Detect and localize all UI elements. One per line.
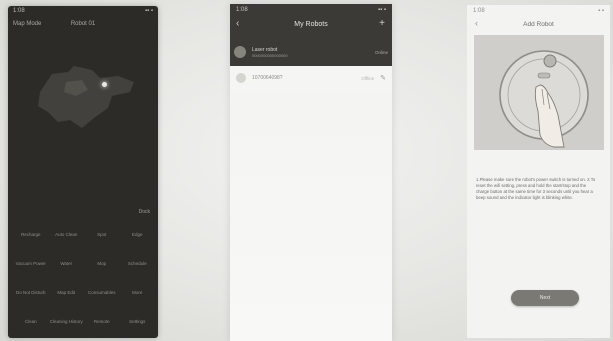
status-bar: 1:08 ▪ ▪ <box>473 8 604 16</box>
control-button[interactable]: Settings <box>121 319 155 324</box>
next-button[interactable]: Next <box>511 290 579 306</box>
control-button[interactable]: Spot <box>85 232 119 237</box>
robot-avatar <box>234 46 246 58</box>
control-button[interactable]: Mop <box>85 261 119 266</box>
robot-info: Laser robot 0000000000000000 <box>252 47 288 58</box>
control-button[interactable]: Schedule <box>121 261 155 266</box>
status-badge: Online <box>374 49 388 55</box>
cleaning-map[interactable] <box>30 62 140 132</box>
robot-list-item[interactable]: Laser robot 0000000000000000 Online <box>234 42 388 62</box>
add-robot-screen: 1:08 ▪ ▪ ‹ Add Robot 1.Please make sure … <box>467 5 610 338</box>
pencil-icon[interactable]: ✎ <box>380 74 386 82</box>
control-button[interactable]: Clean <box>14 319 48 324</box>
control-button[interactable]: Vacuum Power <box>14 261 48 266</box>
instruction-text: 1.Please make sure the robot's power swi… <box>476 177 596 200</box>
robot-serial: 0000000000000000 <box>252 52 288 58</box>
status-icons: ▪▪ ▪ <box>377 7 386 13</box>
plus-icon[interactable]: + <box>379 18 385 29</box>
control-grid: Recharge Auto Clean Spot Edge Vacuum Pow… <box>14 232 154 324</box>
status-bar: 1:08 ▪▪ ▪ <box>236 7 386 15</box>
control-button[interactable]: Edge <box>121 232 155 237</box>
empty-list-area <box>230 94 392 341</box>
control-button[interactable]: Recharge <box>14 232 48 237</box>
robot-list-item[interactable]: 1070064098? Offline ✎ <box>236 70 386 86</box>
control-button[interactable]: Map Edit <box>50 290 84 295</box>
control-button[interactable]: More <box>121 290 155 295</box>
robot-reset-illustration <box>474 35 604 150</box>
page-title: Add Robot <box>523 21 554 28</box>
robot-position-marker <box>102 82 107 87</box>
control-button[interactable]: Water <box>50 261 84 266</box>
map-screen: 1:08 ▪▪ ▪ Map Mode Robot 01 Dock Recharg… <box>8 6 158 338</box>
dock-label: Dock <box>138 209 150 215</box>
control-button[interactable]: Auto Clean <box>50 232 84 237</box>
page-title: My Robots <box>294 21 328 28</box>
control-button[interactable]: Consumables <box>85 290 119 295</box>
robot-avatar <box>236 73 246 83</box>
control-button[interactable]: Remote <box>85 319 119 324</box>
control-button[interactable]: Cleaning History <box>50 319 84 324</box>
status-bar: 1:08 ▪▪ ▪ <box>13 8 153 16</box>
status-icons: ▪ ▪ <box>598 8 604 14</box>
status-badge: Offline <box>361 75 375 81</box>
control-button[interactable]: Do Not Disturb <box>14 290 48 295</box>
my-robots-screen: 1:08 ▪▪ ▪ ‹ My Robots + Laser robot 0000… <box>230 4 392 341</box>
robot-id: 1070064098? <box>252 75 283 81</box>
status-icons: ▪▪ ▪ <box>144 8 153 14</box>
map-header: Map Mode Robot 01 <box>13 18 153 30</box>
page-title: Robot 01 <box>70 21 96 27</box>
status-time: 1:08 <box>13 8 25 14</box>
status-time: 1:08 <box>236 7 248 13</box>
status-time: 1:08 <box>473 8 485 14</box>
